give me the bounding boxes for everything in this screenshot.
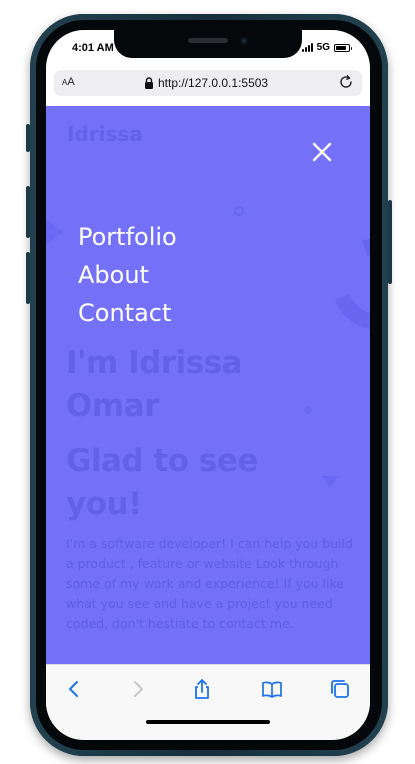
status-time: 4:01 AM	[72, 42, 114, 54]
back-icon[interactable]	[62, 677, 86, 701]
bookmarks-icon[interactable]	[260, 677, 284, 701]
browser-toolbar	[46, 664, 370, 740]
signal-icon	[301, 43, 313, 52]
decorative-ring	[316, 222, 370, 346]
forward-icon[interactable]	[126, 677, 150, 701]
web-page-viewport: Idrissa I'm Idrissa Omar Glad to see you…	[46, 106, 370, 664]
hero-heading: I'm Idrissa Omar	[66, 345, 243, 424]
menu-item-portfolio[interactable]: Portfolio	[78, 218, 177, 256]
front-camera	[240, 37, 248, 45]
side-button-power	[388, 200, 392, 284]
text-size-button[interactable]: AA	[62, 76, 75, 88]
brand-logo[interactable]: Idrissa	[67, 122, 143, 146]
network-type: 5G	[316, 42, 330, 53]
menu-item-contact[interactable]: Contact	[78, 294, 177, 332]
notch	[114, 30, 302, 58]
side-button-silent	[26, 124, 30, 152]
address-bar[interactable]: AA http://127.0.0.1:5503	[54, 70, 362, 96]
share-icon[interactable]	[190, 677, 214, 701]
close-menu-icon[interactable]	[310, 140, 334, 164]
home-indicator	[146, 720, 270, 724]
hero-bio: I'm a software developer! I can help you…	[66, 536, 353, 631]
decorative-dot	[304, 406, 312, 414]
url-text: http://127.0.0.1:5503	[158, 76, 269, 90]
status-indicators: 5G	[301, 42, 352, 53]
decorative-circle	[234, 206, 244, 216]
reload-icon[interactable]	[338, 74, 354, 90]
nav-menu: Portfolio About Contact	[78, 218, 177, 332]
side-button-volume-up	[26, 186, 30, 238]
phone-screen: 4:01 AM 5G AA http://127.0.0.1:5503 Idri…	[46, 30, 370, 740]
lock-icon	[145, 77, 153, 89]
decorative-triangle	[46, 220, 64, 244]
decorative-triangle-small	[322, 476, 338, 488]
side-button-volume-down	[26, 252, 30, 304]
tabs-icon[interactable]	[328, 677, 352, 701]
battery-icon	[334, 43, 352, 52]
menu-item-about[interactable]: About	[78, 256, 177, 294]
hero-subheading: Glad to see you!	[66, 443, 258, 522]
battery-fill	[336, 45, 347, 50]
speaker-grille	[188, 38, 228, 43]
